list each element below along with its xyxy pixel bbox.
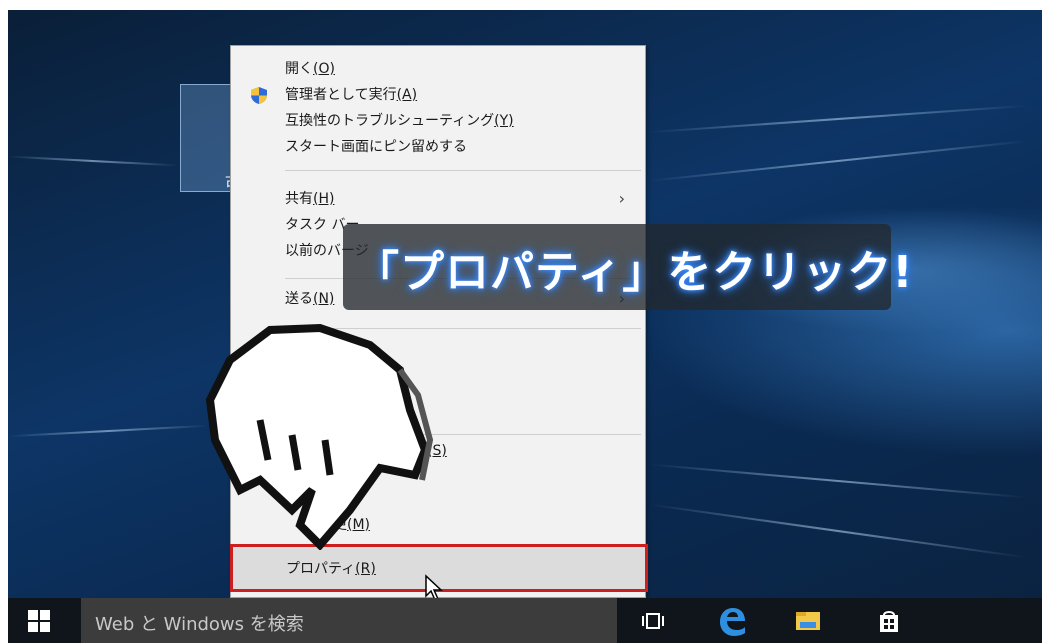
taskbar-search-box[interactable]: Web と Windows を検索 bbox=[81, 598, 617, 643]
menu-item-accel: (H) bbox=[313, 191, 335, 207]
light-beam bbox=[648, 140, 1028, 182]
file-explorer-icon[interactable] bbox=[795, 608, 821, 634]
menu-item-open[interactable]: 開く(O) bbox=[231, 56, 645, 82]
menu-item-compat-troubleshoot[interactable]: 互換性のトラブルシューティング(Y) bbox=[231, 108, 645, 134]
menu-item-label: 互換性のトラブルシューティング bbox=[285, 113, 495, 129]
menu-item-share[interactable]: 共有(H) › bbox=[231, 186, 645, 212]
light-beam bbox=[648, 104, 1028, 134]
menu-separator bbox=[285, 170, 641, 171]
task-view-icon[interactable] bbox=[640, 608, 666, 634]
search-placeholder: Web と Windows を検索 bbox=[95, 614, 304, 635]
light-beam bbox=[649, 503, 1027, 559]
instruction-callout: 「プロパティ」をクリック! bbox=[343, 224, 912, 310]
menu-item-accel: (O) bbox=[313, 61, 335, 77]
menu-item-run-as-admin[interactable]: 管理者として実行(A) bbox=[231, 82, 645, 108]
menu-item-label: 管理者として実行 bbox=[285, 87, 397, 103]
taskbar: Web と Windows を検索 bbox=[8, 598, 1042, 643]
menu-item-label: 開く bbox=[285, 61, 313, 77]
menu-item-accel: (Y) bbox=[494, 113, 514, 129]
light-beam bbox=[648, 463, 1028, 499]
uac-shield-icon bbox=[251, 87, 267, 104]
menu-item-pin-to-start[interactable]: スタート画面にピン留めする bbox=[231, 134, 645, 160]
windows-start-icon[interactable] bbox=[28, 610, 50, 632]
store-icon[interactable] bbox=[876, 608, 902, 634]
light-beam bbox=[8, 424, 208, 438]
menu-item-label: 共有 bbox=[285, 191, 313, 207]
pointing-hand-icon bbox=[205, 323, 434, 550]
menu-item-label: スタート画面にピン留めする bbox=[285, 139, 467, 155]
menu-item-accel: (A) bbox=[396, 87, 418, 103]
callout-text: 「プロパティ」をクリック! bbox=[355, 247, 914, 298]
edge-icon[interactable] bbox=[716, 605, 748, 637]
submenu-arrow-icon: › bbox=[618, 189, 625, 208]
light-beam bbox=[8, 155, 178, 167]
properties-label: プロパティ(R) bbox=[286, 561, 376, 577]
